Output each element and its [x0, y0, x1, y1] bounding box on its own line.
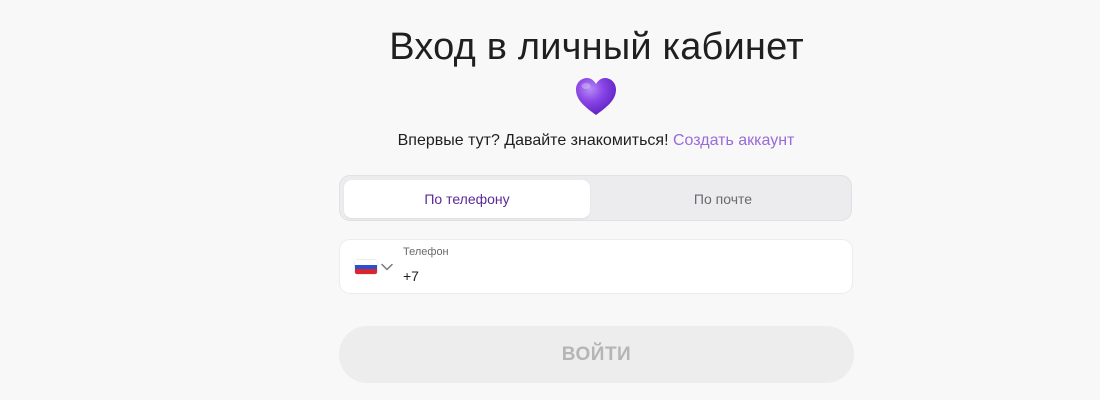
signup-prompt-text: Впервые тут? Давайте знакомиться!	[397, 132, 669, 149]
login-method-tabs: По телефону По почте	[339, 175, 852, 221]
login-page: Вход в личный кабинет Впервые тут? Давай…	[0, 0, 1100, 400]
phone-field-label: Телефон	[403, 246, 449, 258]
phone-field: Телефон	[339, 239, 853, 294]
create-account-link[interactable]: Создать аккаунт	[673, 132, 794, 149]
tab-by-email[interactable]: По почте	[600, 180, 846, 218]
tab-by-phone[interactable]: По телефону	[344, 180, 590, 218]
signup-prompt: Впервые тут? Давайте знакомиться! Создат…	[0, 132, 1100, 150]
login-button[interactable]: ВОЙТИ	[339, 326, 854, 383]
country-selector[interactable]	[355, 260, 393, 274]
phone-input[interactable]	[403, 266, 833, 286]
page-title: Вход в личный кабинет	[389, 26, 804, 68]
chevron-down-icon	[381, 263, 393, 271]
purple-heart-icon	[575, 77, 617, 117]
russia-flag-icon	[355, 260, 377, 274]
